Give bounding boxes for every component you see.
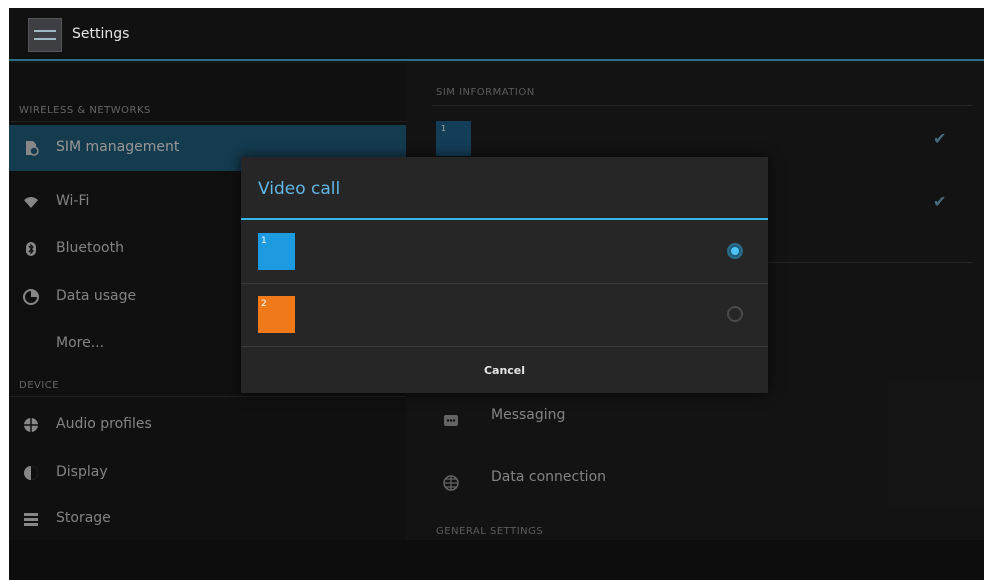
sim2-badge-label: 2 <box>261 299 267 309</box>
sim1-option[interactable]: 1 <box>241 220 768 282</box>
action-bar: Settings <box>9 8 984 61</box>
dialog-title: Video call <box>258 179 341 199</box>
sim1-badge: 1 <box>258 233 295 270</box>
settings-app-icon[interactable] <box>28 18 62 52</box>
cancel-button[interactable]: Cancel <box>241 347 768 393</box>
sim2-option[interactable]: 2 <box>241 284 768 346</box>
settings-screen: Settings WIRELESS & NETWORKS SIM managem… <box>9 8 984 580</box>
sim1-radio[interactable] <box>727 243 743 259</box>
sim2-radio[interactable] <box>727 306 743 322</box>
bottom-strip <box>9 540 984 580</box>
video-call-dialog: Video call 1 2 Cancel <box>241 157 768 393</box>
app-title: Settings <box>72 26 130 42</box>
sim1-badge-label: 1 <box>261 236 267 246</box>
sim2-badge: 2 <box>258 296 295 333</box>
